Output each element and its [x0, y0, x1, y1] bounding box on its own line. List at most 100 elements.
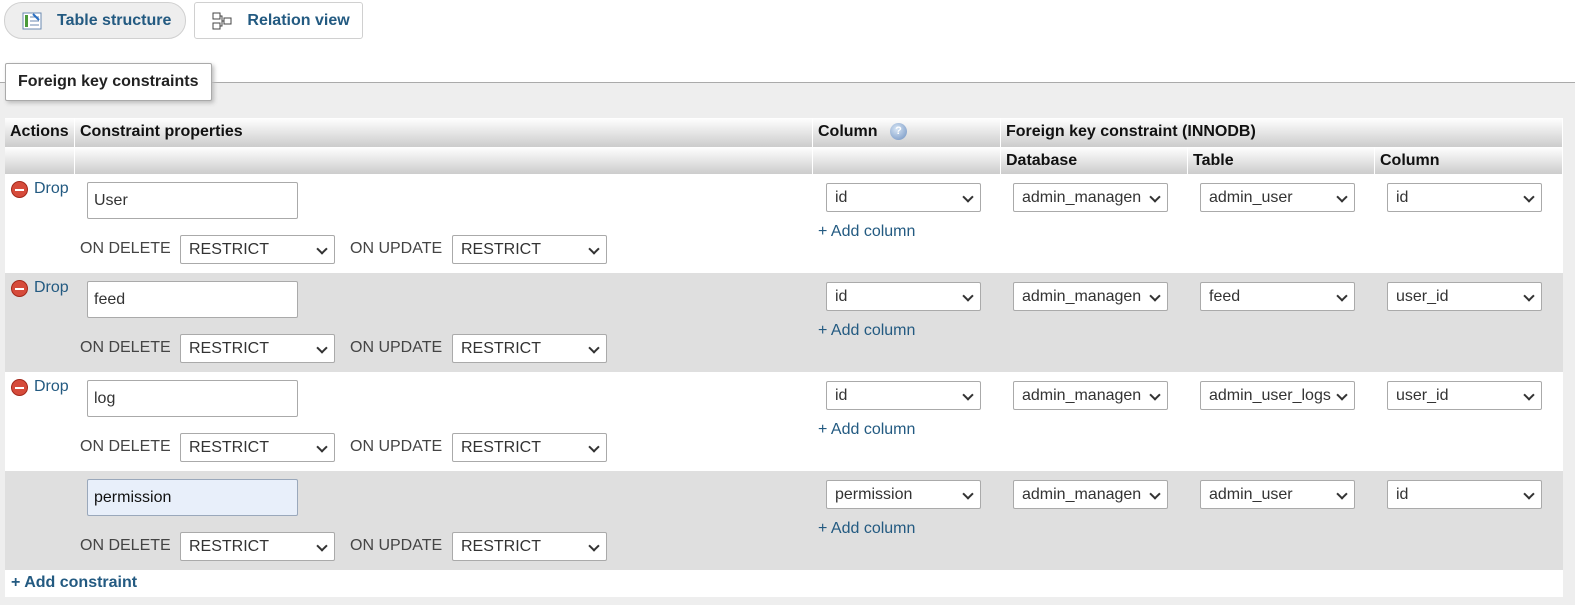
- table-structure-icon: [21, 10, 43, 32]
- table-select[interactable]: admin_user_logs: [1200, 381, 1355, 410]
- select-value: admin_managen: [1022, 287, 1142, 305]
- on-delete-select[interactable]: RESTRICT: [180, 433, 335, 462]
- select-value: admin_user: [1209, 188, 1293, 206]
- header-foreign-key: Foreign key constraint (INNODB): [1001, 118, 1563, 147]
- constraint-name-input[interactable]: [87, 182, 298, 219]
- select-value: user_id: [1396, 386, 1449, 404]
- database-select[interactable]: admin_managen: [1013, 282, 1168, 311]
- on-update-select[interactable]: RESTRICT: [452, 334, 607, 363]
- constraint-name-input[interactable]: [87, 380, 298, 417]
- fk-column-select[interactable]: user_id: [1387, 282, 1542, 311]
- column-select[interactable]: id: [826, 183, 981, 212]
- on-delete-select[interactable]: RESTRICT: [180, 532, 335, 561]
- fk-column-select[interactable]: id: [1387, 480, 1542, 509]
- tab-table-structure[interactable]: Table structure: [4, 2, 187, 39]
- chevron-down-icon: [1149, 389, 1161, 401]
- select-value: admin_managen: [1022, 485, 1142, 503]
- select-value: RESTRICT: [461, 339, 541, 357]
- tab-label: Table structure: [57, 11, 172, 29]
- column-select[interactable]: id: [826, 381, 981, 410]
- chevron-down-icon: [1523, 389, 1535, 401]
- on-update-select[interactable]: RESTRICT: [452, 532, 607, 561]
- on-delete-label: ON DELETE: [80, 240, 171, 257]
- chevron-down-icon: [588, 540, 600, 552]
- relation-view-icon: [211, 10, 233, 32]
- chevron-down-icon: [1149, 290, 1161, 302]
- on-delete-select[interactable]: RESTRICT: [180, 334, 335, 363]
- chevron-down-icon: [962, 290, 974, 302]
- on-update-label: ON UPDATE: [350, 438, 443, 455]
- header-table: Table: [1188, 147, 1375, 174]
- chevron-down-icon: [316, 243, 328, 255]
- header-database: Database: [1001, 147, 1188, 174]
- select-value: admin_managen: [1022, 188, 1142, 206]
- table-row: Drop ON DELETE RESTRICT ON UPDATE RESTRI…: [5, 174, 1563, 273]
- table-row: Drop ON DELETE RESTRICT ON UPDATE RESTRI…: [5, 273, 1563, 372]
- on-delete-label: ON DELETE: [80, 438, 171, 455]
- database-select[interactable]: admin_managen: [1013, 480, 1168, 509]
- chevron-down-icon: [1336, 191, 1348, 203]
- select-value: RESTRICT: [461, 537, 541, 555]
- drop-label: Drop: [34, 180, 69, 197]
- chevron-down-icon: [962, 389, 974, 401]
- database-select[interactable]: admin_managen: [1013, 183, 1168, 212]
- select-value: RESTRICT: [189, 240, 269, 258]
- table-row: ON DELETE RESTRICT ON UPDATE RESTRICT pe…: [5, 471, 1563, 570]
- chevron-down-icon: [316, 540, 328, 552]
- drop-label: Drop: [34, 279, 69, 296]
- add-column-link[interactable]: + Add column: [818, 520, 915, 538]
- select-value: id: [1396, 188, 1409, 206]
- column-select[interactable]: permission: [826, 480, 981, 509]
- tab-relation-view[interactable]: Relation view: [194, 2, 363, 39]
- on-delete-label: ON DELETE: [80, 339, 171, 356]
- add-constraint-link[interactable]: + Add constraint: [11, 574, 137, 592]
- chevron-down-icon: [1149, 191, 1161, 203]
- add-column-link[interactable]: + Add column: [818, 421, 915, 439]
- constraint-name-input[interactable]: [87, 281, 298, 318]
- drop-icon: [11, 279, 28, 297]
- select-value: id: [835, 287, 848, 305]
- on-delete-label: ON DELETE: [80, 537, 171, 554]
- select-value: RESTRICT: [189, 438, 269, 456]
- database-select[interactable]: admin_managen: [1013, 381, 1168, 410]
- select-value: RESTRICT: [189, 537, 269, 555]
- on-update-select[interactable]: RESTRICT: [452, 433, 607, 462]
- add-constraint-row: + Add constraint: [5, 570, 1563, 597]
- sub-header-empty: [75, 147, 813, 174]
- header-column: Column ?: [813, 118, 1001, 147]
- select-value: permission: [835, 485, 913, 503]
- sub-header-empty: [5, 147, 75, 174]
- table-row: Drop ON DELETE RESTRICT ON UPDATE RESTRI…: [5, 372, 1563, 471]
- drop-link[interactable]: Drop: [11, 378, 69, 396]
- add-column-link[interactable]: + Add column: [818, 223, 915, 241]
- chevron-down-icon: [1336, 389, 1348, 401]
- constraint-name-input[interactable]: [87, 479, 298, 516]
- add-column-link[interactable]: + Add column: [818, 322, 915, 340]
- help-icon[interactable]: ?: [890, 123, 907, 141]
- chevron-down-icon: [962, 191, 974, 203]
- header-constraint-properties: Constraint properties: [75, 118, 813, 147]
- fk-column-select[interactable]: user_id: [1387, 381, 1542, 410]
- chevron-down-icon: [316, 342, 328, 354]
- column-select[interactable]: id: [826, 282, 981, 311]
- table-select[interactable]: admin_user: [1200, 480, 1355, 509]
- chevron-down-icon: [316, 441, 328, 453]
- on-update-label: ON UPDATE: [350, 537, 443, 554]
- header-actions: Actions: [5, 118, 75, 147]
- fieldset-legend: Foreign key constraints: [5, 63, 212, 101]
- chevron-down-icon: [1523, 191, 1535, 203]
- select-value: admin_user_logs: [1209, 386, 1331, 404]
- on-delete-select[interactable]: RESTRICT: [180, 235, 335, 264]
- chevron-down-icon: [588, 441, 600, 453]
- table-select[interactable]: feed: [1200, 282, 1355, 311]
- header-row: Actions Constraint properties Column ? F…: [5, 118, 1563, 147]
- header-fk-column: Column: [1375, 147, 1563, 174]
- tab-bar: Table structure Relation view: [4, 2, 363, 40]
- drop-icon: [11, 180, 28, 198]
- drop-link[interactable]: Drop: [11, 180, 69, 198]
- fk-column-select[interactable]: id: [1387, 183, 1542, 212]
- table-select[interactable]: admin_user: [1200, 183, 1355, 212]
- on-update-select[interactable]: RESTRICT: [452, 235, 607, 264]
- drop-link[interactable]: Drop: [11, 279, 69, 297]
- header-column-label: Column: [818, 123, 878, 140]
